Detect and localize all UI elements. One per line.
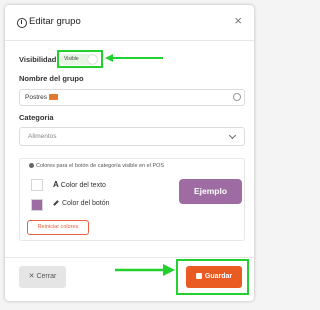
group-name-field[interactable]: Postres	[19, 89, 245, 106]
category-button-preview: Ejemplo	[179, 179, 242, 204]
button-color-swatch[interactable]	[31, 199, 43, 211]
reset-colors-button[interactable]: Reiniciar colores	[27, 220, 89, 235]
category-select[interactable]: Alimentos	[19, 127, 245, 146]
chevron-down-icon	[228, 131, 237, 140]
text-color-label: A Color del texto	[53, 180, 106, 189]
visibility-label: Visibilidad	[19, 55, 57, 64]
category-label: Categoria	[19, 113, 54, 122]
colors-panel: Colores para el botón de categoría visib…	[19, 158, 245, 241]
text-color-swatch[interactable]	[31, 179, 43, 191]
annotation-arrow-right-icon	[115, 264, 175, 276]
font-color-icon: A	[53, 180, 59, 189]
save-button[interactable]: Guardar	[186, 266, 242, 288]
group-name-value: Postres	[25, 94, 48, 101]
cancel-button[interactable]: ✕ Cerrar	[19, 266, 66, 288]
info-icon	[29, 163, 34, 168]
dialog-header: Editar grupo ×	[5, 5, 254, 41]
save-disk-icon	[195, 273, 202, 279]
dialog-title: Editar grupo	[29, 16, 81, 27]
brush-icon	[53, 200, 59, 206]
button-color-label: Color del botón	[53, 200, 109, 207]
toggle-knob	[88, 55, 97, 64]
group-name-label: Nombre del grupo	[19, 74, 84, 83]
footer-divider	[5, 257, 254, 258]
annotation-arrow-left-icon	[105, 54, 163, 62]
colors-info-text: Colores para el botón de categoría visib…	[36, 163, 165, 169]
cake-icon	[49, 94, 59, 100]
info-circle-icon	[17, 18, 27, 28]
emoji-picker-icon[interactable]	[233, 93, 241, 101]
close-icon[interactable]: ×	[234, 14, 242, 27]
colors-info: Colores para el botón de categoría visib…	[29, 163, 164, 169]
visibility-toggle[interactable]: Visible	[60, 54, 98, 65]
category-selected-value: Alimentos	[28, 133, 57, 140]
visibility-toggle-text: Visible	[64, 56, 79, 62]
edit-group-dialog: Editar grupo × Visibilidad Visible Nombr…	[5, 5, 254, 301]
